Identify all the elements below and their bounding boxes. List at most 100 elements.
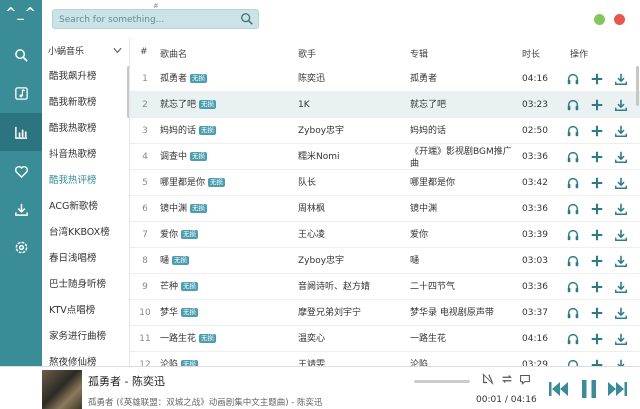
- song-name-cell[interactable]: 沦陷 无损: [160, 352, 292, 366]
- listen-button[interactable]: [566, 176, 580, 190]
- singer-name[interactable]: 王靖雯: [298, 352, 404, 366]
- table-row[interactable]: 1 孤勇者 无损 陈奕迅 孤勇者 04:16: [130, 66, 640, 92]
- singer-name[interactable]: 陈奕迅: [298, 66, 404, 92]
- listen-button[interactable]: [566, 280, 580, 294]
- singer-name[interactable]: Zyboy忠宇: [298, 118, 404, 144]
- add-button[interactable]: [590, 254, 604, 268]
- search-input[interactable]: [59, 12, 229, 27]
- listen-button[interactable]: [566, 150, 580, 164]
- rail-music-button[interactable]: [0, 74, 42, 112]
- download-button[interactable]: [614, 98, 628, 112]
- album-name[interactable]: 梦华录 电视剧原声带: [410, 300, 512, 326]
- song-name-cell[interactable]: 嗵无损: [160, 248, 292, 274]
- table-row[interactable]: 9 芒种 无损 音阙诗听、赵方婧 二十四节气 03:36: [130, 274, 640, 300]
- album-name[interactable]: 《开端》影视剧BGM推广曲: [410, 146, 512, 172]
- album-name[interactable]: 孤勇者: [410, 66, 512, 92]
- rail-search-button[interactable]: [0, 36, 42, 74]
- download-button[interactable]: [614, 306, 628, 320]
- listen-button[interactable]: [566, 72, 580, 86]
- song-name-cell[interactable]: 孤勇者 无损: [160, 66, 292, 92]
- category-item[interactable]: ACG新歌榜: [42, 194, 128, 220]
- table-row[interactable]: 12 沦陷 无损 王靖雯 沦陷 03:29: [130, 352, 640, 366]
- table-row[interactable]: 10 梦华 无损 摩登兄弟刘宇宁 梦华录 电视剧原声带 03:37: [130, 300, 640, 326]
- rail-favorite-button[interactable]: [0, 152, 42, 190]
- add-button[interactable]: [590, 202, 604, 216]
- singer-name[interactable]: 糯米Nomi: [298, 144, 404, 170]
- download-button[interactable]: [614, 72, 628, 86]
- add-button[interactable]: [590, 332, 604, 346]
- category-item[interactable]: 春日浅唱榜: [42, 246, 128, 272]
- download-button[interactable]: [614, 150, 628, 164]
- singer-name[interactable]: 周林枫: [298, 196, 404, 222]
- pause-button[interactable]: [577, 377, 601, 401]
- table-row[interactable]: 4 调查中 无损 糯米Nomi 《开端》影视剧BGM推广曲 03:36: [130, 144, 640, 170]
- loop-button[interactable]: [500, 372, 514, 386]
- table-row[interactable]: 11 一路生花 无损 温奕心 一路生花 04:16: [130, 326, 640, 352]
- listen-button[interactable]: [566, 98, 580, 112]
- table-scrollbar[interactable]: [636, 66, 639, 106]
- singer-name[interactable]: 温奕心: [298, 326, 404, 352]
- add-button[interactable]: [590, 98, 604, 112]
- singer-name[interactable]: 音阙诗听、赵方婧: [298, 274, 404, 300]
- album-name[interactable]: 一路生花: [410, 326, 512, 352]
- download-button[interactable]: [614, 254, 628, 268]
- volume-slider[interactable]: [414, 380, 470, 383]
- singer-name[interactable]: 队长: [298, 170, 404, 196]
- add-button[interactable]: [590, 228, 604, 242]
- category-header[interactable]: 小蜗音乐: [48, 44, 126, 60]
- category-item[interactable]: 巴士随身听榜: [42, 272, 128, 298]
- table-row[interactable]: 3 妈妈的话 无损 Zyboy忠宇 妈妈的话 02:50: [130, 118, 640, 144]
- album-name[interactable]: 沦陷: [410, 352, 512, 366]
- download-button[interactable]: [614, 280, 628, 294]
- category-item[interactable]: 熬夜修仙榜: [42, 350, 128, 366]
- table-row[interactable]: 5 哪里都是你 无损 队长 哪里都是你 03:42: [130, 170, 640, 196]
- category-item[interactable]: 台湾KKBOX榜: [42, 220, 128, 246]
- album-name[interactable]: 妈妈的话: [410, 118, 512, 144]
- next-button[interactable]: [605, 377, 629, 401]
- table-row[interactable]: 7 爱你 无损 王心凌 爱你 03:39: [130, 222, 640, 248]
- rail-settings-button[interactable]: [0, 228, 42, 266]
- add-button[interactable]: [590, 176, 604, 190]
- album-name[interactable]: 就忘了吧: [410, 92, 512, 118]
- album-name[interactable]: 二十四节气: [410, 274, 512, 300]
- download-button[interactable]: [614, 124, 628, 138]
- song-name-cell[interactable]: 就忘了吧 无损: [160, 92, 292, 118]
- category-item[interactable]: 抖音热歌榜: [42, 142, 128, 168]
- download-button[interactable]: [614, 228, 628, 242]
- category-item[interactable]: KTV点唱榜: [42, 298, 128, 324]
- category-item[interactable]: 酷我热评榜: [42, 168, 128, 194]
- album-name[interactable]: 镜中渊: [410, 196, 512, 222]
- download-button[interactable]: [614, 332, 628, 346]
- search-icon[interactable]: [240, 12, 254, 26]
- table-row[interactable]: 8 嗵无损 Zyboy忠宇嗵 03:03: [130, 248, 640, 274]
- song-name-cell[interactable]: 哪里都是你 无损: [160, 170, 292, 196]
- add-button[interactable]: [590, 72, 604, 86]
- previous-button[interactable]: [547, 377, 571, 401]
- table-row[interactable]: 2 就忘了吧 无损 1K 就忘了吧 03:23: [130, 92, 640, 118]
- album-name[interactable]: 爱你: [410, 222, 512, 248]
- download-button[interactable]: [614, 358, 628, 366]
- listen-button[interactable]: [566, 254, 580, 268]
- add-button[interactable]: [590, 358, 604, 366]
- album-name[interactable]: 哪里都是你: [410, 170, 512, 196]
- lyrics-toggle[interactable]: [481, 372, 495, 386]
- comment-button[interactable]: [518, 372, 532, 386]
- close-button[interactable]: [614, 14, 625, 25]
- listen-button[interactable]: [566, 228, 580, 242]
- album-cover[interactable]: [42, 370, 82, 409]
- singer-name[interactable]: 摩登兄弟刘宇宁: [298, 300, 404, 326]
- song-name-cell[interactable]: 调查中 无损: [160, 144, 292, 170]
- singer-name[interactable]: 王心凌: [298, 222, 404, 248]
- listen-button[interactable]: [566, 306, 580, 320]
- listen-button[interactable]: [566, 124, 580, 138]
- song-name-cell[interactable]: 镜中渊 无损: [160, 196, 292, 222]
- category-item[interactable]: 酷我飙升榜: [42, 64, 128, 90]
- song-name-cell[interactable]: 一路生花 无损: [160, 326, 292, 352]
- category-item[interactable]: 酷我热歌榜: [42, 116, 128, 142]
- listen-button[interactable]: [566, 332, 580, 346]
- rail-download-button[interactable]: [0, 190, 42, 228]
- song-name-cell[interactable]: 芒种 无损: [160, 274, 292, 300]
- song-name-cell[interactable]: 妈妈的话 无损: [160, 118, 292, 144]
- download-button[interactable]: [614, 176, 628, 190]
- listen-button[interactable]: [566, 358, 580, 366]
